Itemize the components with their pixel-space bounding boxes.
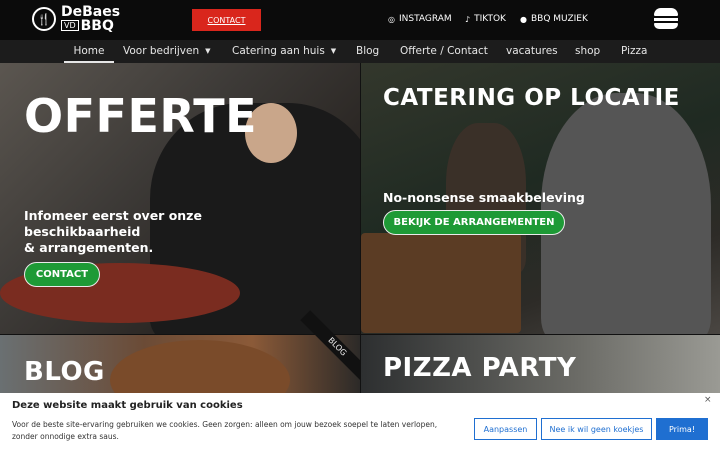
instagram-icon: ◎ xyxy=(388,14,395,24)
logo-vd: VD xyxy=(61,20,79,31)
caret-down-icon: ▼ xyxy=(330,47,337,55)
nav-item-offerte-contact[interactable]: Offerte / Contact xyxy=(400,40,488,63)
cookie-decline-button[interactable]: Nee ik wil geen koekjes xyxy=(541,418,652,440)
cookie-text: Voor de beste site-ervaring gebruiken we… xyxy=(12,420,438,441)
tiktok-link[interactable]: ♪ TIKTOK xyxy=(465,14,506,24)
main-nav: Home Voor bedrijven ▼ Catering aan huis ▼ … xyxy=(0,40,720,63)
pizza-heading: PIZZA PARTY xyxy=(383,353,577,383)
offerte-text: Infomeer eerst over onze beschikbaarheid… xyxy=(24,208,202,256)
nav-item-voor-bedrijven[interactable]: Voor bedrijven ▼ xyxy=(123,40,211,63)
nav-label: Voor bedrijven xyxy=(123,45,200,57)
catering-arrangements-button[interactable]: BEKIJK DE ARRANGEMENTEN xyxy=(383,210,565,235)
header-contact-button[interactable]: CONTACT xyxy=(192,9,261,31)
catering-panel[interactable]: CATERING OP LOCATIE No-nonsense smaakbel… xyxy=(361,63,720,334)
spotify-icon: ● xyxy=(520,14,527,24)
blog-heading: BLOG xyxy=(24,357,105,387)
nav-item-home[interactable]: Home xyxy=(64,40,114,63)
logo-line1: DeBaes xyxy=(61,4,121,20)
nav-item-shop[interactable]: shop xyxy=(575,40,600,63)
tiktok-label: TIKTOK xyxy=(474,14,506,24)
catering-subheading: No-nonsense smaakbeleving xyxy=(383,190,585,205)
cookie-adjust-button[interactable]: Aanpassen xyxy=(474,418,537,440)
offerte-panel[interactable]: OFFERTE Infomeer eerst over onze beschik… xyxy=(0,63,360,334)
catering-heading: CATERING OP LOCATIE xyxy=(383,85,680,111)
spotify-link[interactable]: ● BBQ MUZIEK xyxy=(520,14,588,24)
blog-panel[interactable]: BLOG xyxy=(0,335,360,395)
logo-line2: BBQ xyxy=(80,18,114,34)
top-bar: 🍴 DeBaes VD BBQ CONTACT ◎ INSTAGRAM ♪ TIK… xyxy=(0,0,720,40)
logo[interactable]: 🍴 DeBaes VD BBQ xyxy=(32,5,120,33)
woman-photo xyxy=(541,93,711,334)
nav-item-vacatures[interactable]: vacatures xyxy=(506,40,558,63)
nav-label: Catering aan huis xyxy=(232,45,325,57)
offerte-text-line1: Infomeer eerst over onze xyxy=(24,208,202,223)
spotify-label: BBQ MUZIEK xyxy=(530,14,588,24)
nav-item-pizza[interactable]: Pizza xyxy=(621,40,647,63)
cookie-banner: Deze website maakt gebruik van cookies ×… xyxy=(0,393,720,450)
table-photo xyxy=(361,233,521,333)
offerte-heading: OFFERTE xyxy=(24,89,258,143)
fork-knife-icon: 🍴 xyxy=(32,7,56,31)
nav-item-blog[interactable]: Blog xyxy=(356,40,379,63)
roast-photo xyxy=(110,340,290,395)
tiktok-icon: ♪ xyxy=(465,14,471,24)
offerte-contact-button[interactable]: CONTACT xyxy=(24,262,100,287)
cookie-accept-button[interactable]: Prima! xyxy=(656,418,708,440)
logo-text: DeBaes VD BBQ xyxy=(61,5,120,33)
pizza-panel[interactable]: PIZZA PARTY xyxy=(361,335,720,395)
burger-icon[interactable] xyxy=(654,8,678,30)
cookie-title: Deze website maakt gebruik van cookies xyxy=(12,400,243,411)
instagram-link[interactable]: ◎ INSTAGRAM xyxy=(388,14,452,24)
close-icon[interactable]: × xyxy=(704,395,712,405)
caret-down-icon: ▼ xyxy=(205,47,211,55)
offerte-text-line2: beschikbaarheid xyxy=(24,224,141,239)
instagram-label: INSTAGRAM xyxy=(398,14,452,24)
nav-item-catering-aan-huis[interactable]: Catering aan huis ▼ xyxy=(232,40,336,63)
offerte-text-line3: & arrangementen. xyxy=(24,240,154,255)
